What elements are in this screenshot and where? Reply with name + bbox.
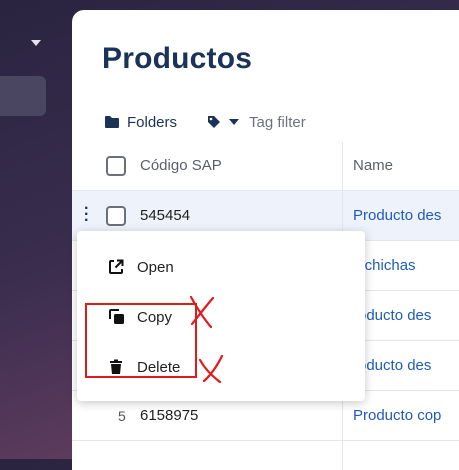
tag-dropdown-caret-icon[interactable] bbox=[229, 119, 240, 125]
tag-filter-label: Tag filter bbox=[249, 113, 306, 131]
sidebar bbox=[0, 0, 72, 459]
row-name-link[interactable]: Producto des bbox=[353, 207, 441, 224]
folders-label: Folders bbox=[127, 113, 178, 131]
folder-icon bbox=[105, 116, 119, 128]
menu-item-open[interactable]: Open bbox=[77, 243, 365, 291]
annotation-highlight-box bbox=[85, 303, 197, 378]
header-code[interactable]: Código SAP bbox=[140, 157, 222, 174]
tag-filter[interactable]: Tag filter bbox=[207, 114, 306, 131]
table-header: Código SAP Name bbox=[72, 142, 459, 191]
column-divider bbox=[342, 142, 343, 190]
open-external-icon bbox=[109, 259, 124, 274]
row-code: 6158975 bbox=[140, 407, 199, 424]
menu-item-label: Open bbox=[137, 258, 174, 276]
cell-divider bbox=[342, 441, 343, 470]
toolbar: Folders Tag filter bbox=[104, 112, 306, 132]
row-checkbox[interactable] bbox=[106, 206, 126, 226]
row-name-link[interactable]: Producto cop bbox=[353, 407, 441, 424]
row-code: 545454 bbox=[140, 207, 191, 224]
folders-button[interactable]: Folders bbox=[104, 114, 177, 131]
header-name[interactable]: Name bbox=[353, 157, 393, 174]
table-row[interactable] bbox=[72, 441, 459, 470]
page-title: Productos bbox=[102, 42, 253, 75]
select-all-checkbox[interactable] bbox=[106, 156, 126, 176]
sidebar-dropdown-caret-icon[interactable] bbox=[31, 40, 41, 46]
row-index: 5 bbox=[118, 408, 126, 424]
row-actions-kebab-icon[interactable]: · · · bbox=[84, 201, 89, 229]
tag-icon bbox=[208, 116, 221, 128]
sidebar-active-item[interactable] bbox=[0, 76, 46, 116]
